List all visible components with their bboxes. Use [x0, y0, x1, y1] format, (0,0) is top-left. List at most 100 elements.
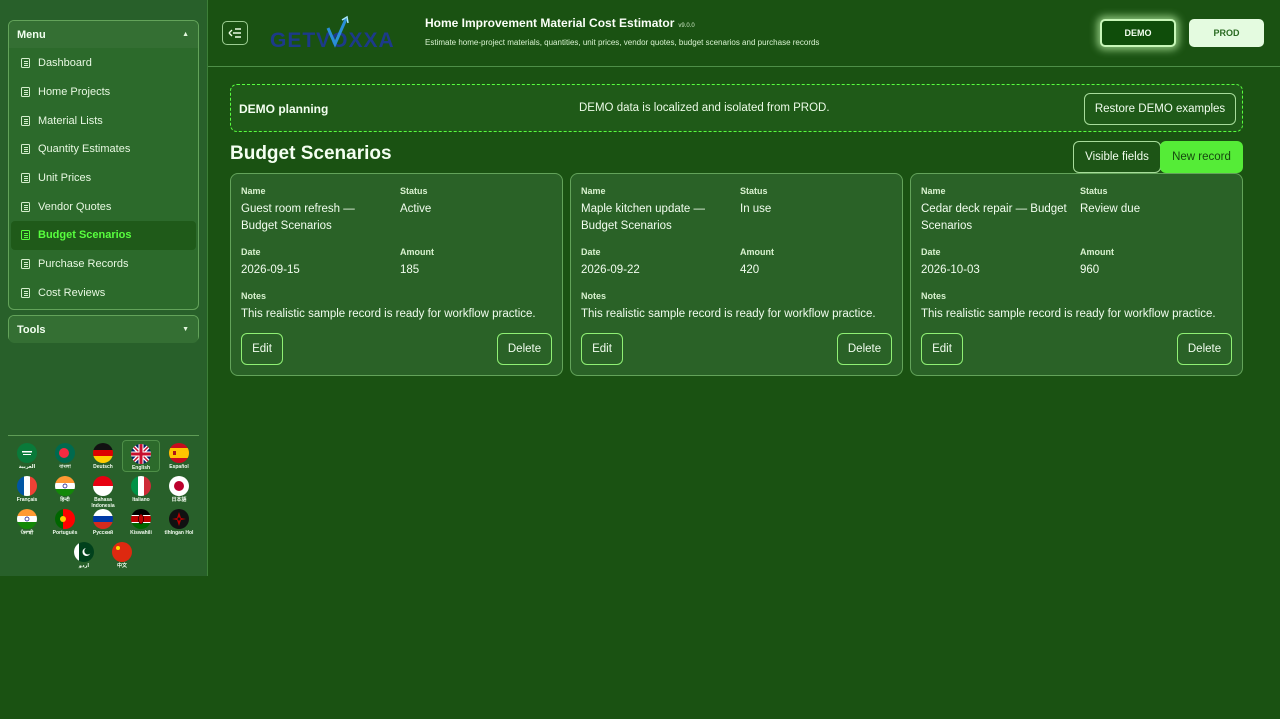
record-status: Review due — [1080, 203, 1141, 215]
record-name: Guest room refresh — Budget Scenarios — [241, 203, 355, 232]
sidebar-item-material-lists[interactable]: Material Lists — [11, 106, 196, 135]
language-label: Français — [16, 497, 38, 503]
language-french[interactable]: Français — [8, 473, 46, 505]
language-label: हिन्दी — [60, 497, 70, 503]
language-label: ਪੰਜਾਬੀ — [20, 530, 34, 536]
menu-title: Menu — [17, 28, 46, 41]
language-label: اردو — [78, 563, 90, 569]
tools-panel-header[interactable]: Tools ▼ — [9, 316, 198, 343]
app-title-row: Home Improvement Material Cost Estimator… — [425, 16, 695, 30]
language-japanese[interactable]: 日本語 — [160, 473, 198, 505]
language-spanish[interactable]: Español — [160, 440, 198, 472]
name-label: Name — [921, 186, 946, 196]
delete-button[interactable]: Delete — [1177, 333, 1232, 365]
prod-env-button[interactable]: PROD — [1189, 19, 1264, 47]
delete-button[interactable]: Delete — [497, 333, 552, 365]
record-status: In use — [740, 203, 772, 215]
date-label: Date — [241, 247, 261, 257]
edit-button[interactable]: Edit — [921, 333, 963, 365]
language-label: Italiano — [132, 497, 150, 503]
language-arabic[interactable]: العربية — [8, 440, 46, 472]
edit-button[interactable]: Edit — [241, 333, 283, 365]
record-card: Name Status Maple kitchen update — Budge… — [570, 173, 903, 376]
menu-panel: Menu ▲ Dashboard Home Projects Material … — [8, 20, 199, 310]
language-punjabi[interactable]: ਪੰਜਾਬੀ — [8, 506, 46, 538]
collapse-sidebar-icon — [228, 28, 241, 38]
record-status: Active — [400, 203, 432, 215]
edit-button[interactable]: Edit — [581, 333, 623, 365]
amount-label: Amount — [400, 247, 434, 257]
collapse-sidebar-button[interactable] — [222, 21, 248, 45]
sidebar-item-quantity-estimates[interactable]: Quantity Estimates — [11, 135, 196, 164]
notes-label: Notes — [581, 291, 607, 301]
sidebar-item-home-projects[interactable]: Home Projects — [11, 78, 196, 107]
language-label: 日本語 — [171, 497, 187, 503]
record-amount: 185 — [400, 264, 420, 276]
document-icon — [21, 259, 30, 270]
language-label: Kiswahili — [130, 530, 152, 536]
sidebar-item-dashboard[interactable]: Dashboard — [11, 49, 196, 78]
name-label: Name — [581, 186, 606, 196]
italy-flag-icon — [131, 476, 151, 496]
sidebar-item-cost-reviews[interactable]: Cost Reviews — [11, 279, 196, 308]
language-klingon[interactable]: tlhIngan Hol — [160, 506, 198, 538]
language-label: Português — [52, 530, 78, 536]
kenya-flag-icon — [131, 509, 151, 529]
record-card: Name Status Guest room refresh — Budget … — [230, 173, 563, 376]
document-icon — [21, 287, 30, 298]
language-italian[interactable]: Italiano — [122, 473, 160, 505]
language-label: العربية — [18, 464, 36, 470]
uk-flag-icon — [131, 444, 151, 464]
record-date: 2026-10-03 — [921, 264, 980, 276]
visible-fields-button[interactable]: Visible fields — [1073, 141, 1161, 173]
tools-panel: Tools ▼ — [8, 315, 199, 343]
restore-demo-button[interactable]: Restore DEMO examples — [1084, 93, 1236, 125]
amount-label: Amount — [740, 247, 774, 257]
language-label: বাংলা — [59, 464, 71, 470]
sidebar-item-label: Material Lists — [38, 114, 103, 127]
chevron-down-icon: ▼ — [182, 326, 189, 333]
language-label: Русский — [92, 530, 114, 536]
sidebar-item-label: Home Projects — [38, 86, 111, 99]
sidebar-item-unit-prices[interactable]: Unit Prices — [11, 164, 196, 193]
language-chinese[interactable]: 中文 — [103, 539, 141, 571]
sidebar-item-vendor-quotes[interactable]: Vendor Quotes — [11, 192, 196, 221]
language-english[interactable]: English — [122, 440, 160, 472]
record-amount: 420 — [740, 264, 760, 276]
klingon-emblem-icon — [169, 509, 189, 529]
sidebar-item-budget-scenarios[interactable]: Budget Scenarios — [11, 221, 196, 250]
india-flag-icon — [55, 476, 75, 496]
chevron-up-icon: ▲ — [182, 31, 189, 38]
document-icon — [21, 87, 30, 98]
status-label: Status — [1080, 186, 1108, 196]
language-indonesian[interactable]: Bahasa Indonesia — [84, 473, 122, 509]
language-urdu[interactable]: اردو — [65, 539, 103, 571]
demo-env-button[interactable]: DEMO — [1100, 19, 1176, 47]
new-record-button[interactable]: New record — [1160, 141, 1243, 173]
record-notes: This realistic sample record is ready fo… — [921, 308, 1216, 320]
germany-flag-icon — [93, 443, 113, 463]
language-swahili[interactable]: Kiswahili — [122, 506, 160, 538]
language-label: tlhIngan Hol — [164, 530, 194, 536]
sidebar-item-purchase-records[interactable]: Purchase Records — [11, 250, 196, 279]
language-label: Español — [169, 464, 189, 470]
language-bengali[interactable]: বাংলা — [46, 440, 84, 472]
language-portuguese[interactable]: Português — [46, 506, 84, 538]
app-subtitle: Estimate home-project materials, quantit… — [425, 38, 820, 47]
india-flag-icon — [17, 509, 37, 529]
status-label: Status — [740, 186, 768, 196]
language-german[interactable]: Deutsch — [84, 440, 122, 472]
sidebar-item-label: Purchase Records — [38, 258, 129, 271]
indonesia-flag-icon — [93, 476, 113, 496]
language-russian[interactable]: Русский — [84, 506, 122, 538]
menu-panel-header[interactable]: Menu ▲ — [9, 21, 198, 48]
notes-label: Notes — [241, 291, 267, 301]
record-name: Cedar deck repair — Budget Scenarios — [921, 203, 1067, 232]
record-notes: This realistic sample record is ready fo… — [241, 308, 536, 320]
delete-button[interactable]: Delete — [837, 333, 892, 365]
sidebar-item-label: Quantity Estimates — [38, 143, 131, 156]
record-date: 2026-09-15 — [241, 264, 300, 276]
sidebar-item-label: Vendor Quotes — [38, 200, 112, 213]
language-hindi[interactable]: हिन्दी — [46, 473, 84, 505]
language-label: 中文 — [116, 563, 127, 569]
